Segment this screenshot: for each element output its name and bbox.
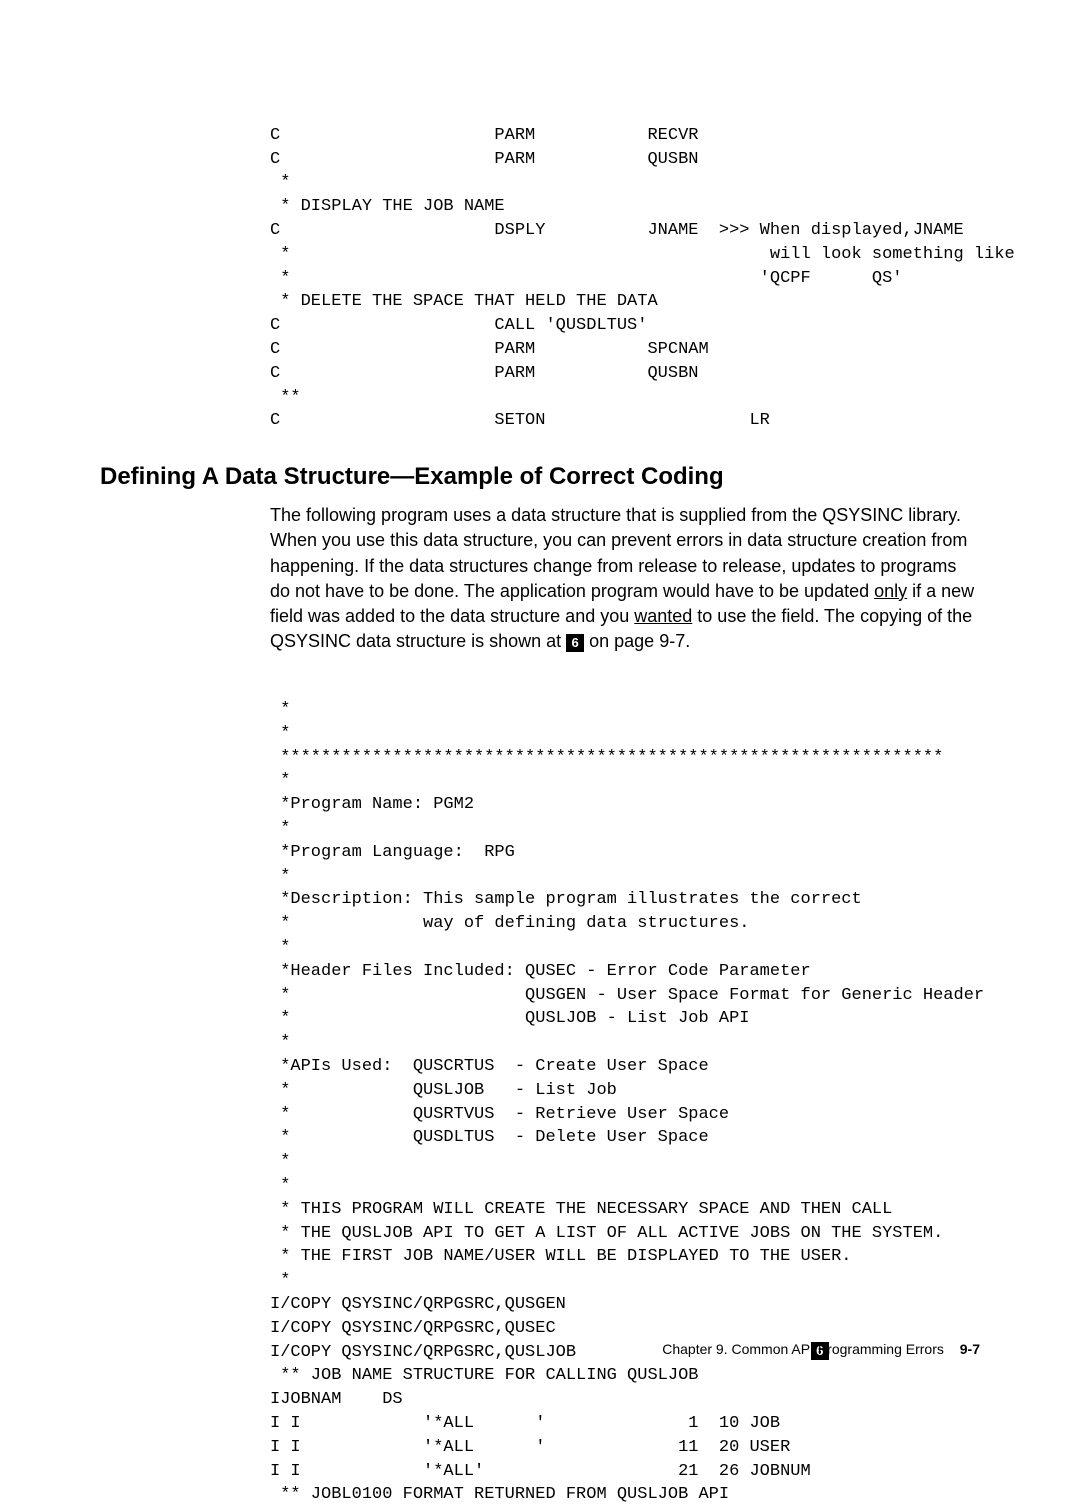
code-line: * QUSDLTUS - Delete User Space: [270, 1128, 709, 1147]
code-line: ** JOB NAME STRUCTURE FOR CALLING QUSLJO…: [270, 1366, 698, 1385]
code-line: **: [270, 388, 301, 407]
paragraph-text: The following program uses a data struct…: [270, 505, 967, 601]
page-footer: Chapter 9. Common API Programming Errors…: [662, 1341, 980, 1357]
code-line: *: [270, 938, 290, 957]
code-line: * QUSLJOB - List Job: [270, 1081, 617, 1100]
code-line: IJOBNAM DS: [270, 1390, 403, 1409]
page-number: 9-7: [960, 1341, 980, 1357]
callout-6-icon: 6: [566, 634, 584, 652]
code-block-main: * * ************************************…: [270, 674, 980, 1507]
code-line: *: [270, 1033, 290, 1052]
code-line: *: [270, 700, 290, 719]
code-line: *: [270, 173, 290, 192]
paragraph: The following program uses a data struct…: [270, 503, 980, 654]
code-line: C PARM QUSBN: [270, 364, 698, 383]
code-line: C PARM RECVR: [270, 126, 698, 145]
underlined-word: only: [874, 581, 907, 601]
section-heading: Defining A Data Structure—Example of Cor…: [100, 463, 980, 491]
code-line: *: [270, 1152, 290, 1171]
code-line: I I '*ALL' 21 26 JOBNUM: [270, 1462, 811, 1481]
code-line: * QUSRTVUS - Retrieve User Space: [270, 1105, 729, 1124]
code-line: *: [270, 724, 290, 743]
code-block-top: C PARM RECVR C PARM QUSBN * * DISPLAY TH…: [270, 100, 980, 433]
code-line: C CALL 'QUSDLTUS': [270, 316, 647, 335]
code-line: *Header Files Included: QUSEC - Error Co…: [270, 962, 811, 981]
code-line: *: [270, 819, 290, 838]
code-line: *: [270, 771, 290, 790]
code-line: * way of defining data structures.: [270, 914, 749, 933]
code-line: * QUSLJOB - List Job API: [270, 1009, 749, 1028]
code-line: C SETON LR: [270, 411, 770, 430]
code-line: I/COPY QSYSINC/QRPGSRC,QUSGEN: [270, 1295, 566, 1314]
underlined-word: wanted: [634, 606, 692, 626]
code-line: * DELETE THE SPACE THAT HELD THE DATA: [270, 292, 658, 311]
code-line: *APIs Used: QUSCRTUS - Create User Space: [270, 1057, 709, 1076]
paragraph-text: on page 9-7.: [584, 631, 690, 651]
code-line: ** JOBL0100 FORMAT RETURNED FROM QUSLJOB…: [270, 1485, 729, 1504]
code-line: *: [270, 1271, 290, 1290]
code-line: * DISPLAY THE JOB NAME: [270, 197, 505, 216]
code-line: *Program Language: RPG: [270, 843, 515, 862]
code-line: * QUSGEN - User Space Format for Generic…: [270, 986, 984, 1005]
code-line: C PARM QUSBN: [270, 150, 698, 169]
code-line: *: [270, 1176, 290, 1195]
code-line: I I '*ALL ' 1 10 JOB: [270, 1414, 780, 1433]
code-line: I I '*ALL ' 11 20 USER: [270, 1438, 790, 1457]
code-line: * THE FIRST JOB NAME/USER WILL BE DISPLA…: [270, 1247, 852, 1266]
code-line: * will look something like: [270, 245, 1015, 264]
code-line: *Description: This sample program illust…: [270, 890, 862, 909]
code-line: * THE QUSLJOB API TO GET A LIST OF ALL A…: [270, 1224, 943, 1243]
code-line: I/COPY QSYSINC/QRPGSRC,QUSEC: [270, 1319, 556, 1338]
code-line: * 'QCPF QS': [270, 269, 903, 288]
code-line: * THIS PROGRAM WILL CREATE THE NECESSARY…: [270, 1200, 892, 1219]
code-line: *: [270, 867, 290, 886]
code-line: *Program Name: PGM2: [270, 795, 474, 814]
code-line: C PARM SPCNAM: [270, 340, 709, 359]
code-line: ****************************************…: [270, 748, 943, 767]
code-line: C DSPLY JNAME >>> When displayed,JNAME: [270, 221, 964, 240]
chapter-label: Chapter 9. Common API Programming Errors: [662, 1341, 944, 1357]
